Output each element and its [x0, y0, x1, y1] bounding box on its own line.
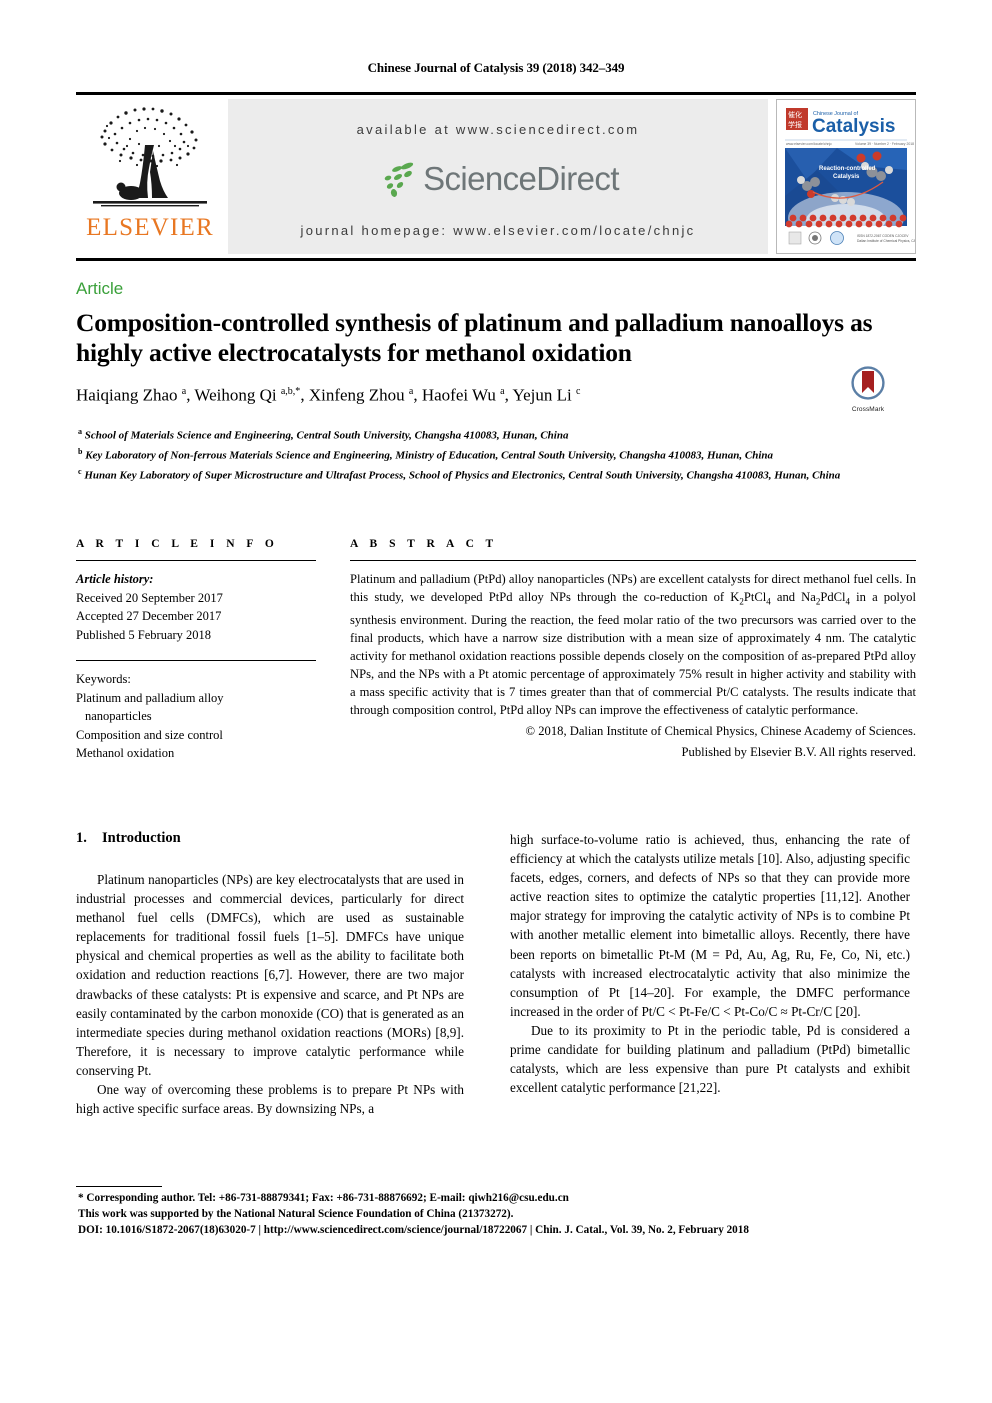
keyword-item: Methanol oxidation [76, 746, 175, 760]
affiliation-item: b Key Laboratory of Non-ferrous Material… [78, 444, 908, 464]
body-right-column: high surface-to-volume ratio is achieved… [510, 830, 910, 1097]
sciencedirect-logo: ScienceDirect [228, 159, 768, 199]
affiliation-text: Key Laboratory of Non-ferrous Materials … [82, 449, 774, 462]
sciencedirect-wordmark: ScienceDirect [423, 160, 619, 197]
journal-homepage-text: journal homepage: www.elsevier.com/locat… [300, 223, 696, 238]
author-name: Xinfeng Zhou [308, 385, 409, 405]
abstract-copyright-line-1: © 2018, Dalian Institute of Chemical Phy… [525, 724, 916, 739]
history-item: Accepted 27 December 2017 [76, 609, 222, 623]
paragraph: Due to its proximity to Pt in the period… [510, 1022, 910, 1096]
section-number: 1. [76, 830, 87, 846]
sciencedirect-band: available at www.sciencedirect.com Scien… [228, 99, 768, 254]
running-head: Chinese Journal of Catalysis 39 (2018) 3… [367, 60, 625, 75]
author-affiliation-mark: a [500, 386, 505, 397]
svg-text:学报: 学报 [788, 120, 802, 129]
section-heading-introduction: 1. Introduction [76, 830, 464, 847]
keyword-item-cont: nanoparticles [85, 709, 152, 723]
history-item: Received 20 September 2017 [76, 590, 223, 605]
abstract-copyright-line-2: Published by Elsevier B.V. All rights re… [681, 745, 916, 760]
author-list: Haiqiang Zhao a, Weihong Qi a,b,*, Xinfe… [76, 385, 581, 405]
affiliation-item: c Hunan Key Laboratory of Super Microstr… [78, 464, 908, 484]
paper-page: Chinese Journal of Catalysis 39 (2018) 3… [0, 0, 992, 1403]
keywords-block: Keywords: Platinum and palladium alloy n… [76, 670, 316, 763]
section-title: Introduction [102, 830, 181, 846]
article-history-label: Article history: [76, 572, 154, 586]
svg-text:ISSN 1872-2067 CODEN CJOCEV: ISSN 1872-2067 CODEN CJOCEV [857, 234, 909, 238]
funding-note: This work was supported by the National … [78, 1208, 514, 1221]
keyword-item: Composition and size control [76, 727, 223, 742]
keywords-rule [76, 660, 316, 661]
article-info-column: A R T I C L E I N F O Article history: R… [76, 538, 316, 763]
author-affiliation-mark: a [181, 386, 187, 397]
author-affiliation-mark: a [408, 386, 414, 397]
abstract-heading: A B S T R A C T [350, 538, 498, 550]
abstract-column: A B S T R A C T Platinum and palladium (… [350, 538, 916, 761]
author-name: Haiqiang Zhao [76, 385, 182, 405]
abstract-text: Platinum and palladium (PtPd) alloy nano… [350, 570, 916, 719]
svg-text:Catalysis: Catalysis [812, 116, 895, 137]
corresponding-author-note: * Corresponding author. Tel: +86-731-888… [78, 1192, 569, 1204]
keyword-item: Platinum and palladium alloy [76, 690, 224, 705]
svg-text:www.elsevier.com/locate/chnjc: www.elsevier.com/locate/chnjc [786, 142, 832, 146]
svg-text:Reaction-controlled: Reaction-controlled [819, 166, 876, 172]
footnote-block: * Corresponding author. Tel: +86-731-888… [78, 1190, 918, 1239]
footnote-rule [76, 1186, 162, 1187]
history-item: Published 5 February 2018 [76, 627, 212, 642]
crossmark-badge[interactable]: CrossMark [841, 366, 895, 413]
elsevier-logo: ELSEVIER [76, 99, 224, 254]
article-info-heading: A R T I C L E I N F O [76, 538, 279, 550]
page-title: Composition-controlled synthesis of plat… [76, 308, 873, 367]
doi-note[interactable]: DOI: 10.1016/S1872-2067(18)63020-7 | htt… [78, 1222, 918, 1238]
elsevier-tree-icon [93, 105, 207, 207]
article-type-label: Article [76, 279, 124, 298]
abstract-part-3: and Na [770, 590, 816, 605]
sciencedirect-leaf-icon [384, 162, 414, 197]
affiliation-list: a School of Materials Science and Engine… [78, 424, 908, 484]
svg-text:Dalian Institute of Chemical P: Dalian Institute of Chemical Physics, CA… [857, 239, 915, 243]
author-name: Yejun Li [512, 385, 576, 405]
paragraph: Platinum nanoparticles (NPs) are key ele… [76, 872, 464, 1078]
journal-masthead: ELSEVIER available at www.sciencedirect.… [76, 92, 916, 261]
journal-cover-thumbnail: 催化 学报 Chinese Journal of Catalysis www.e… [776, 99, 916, 254]
abstract-part-2: PtCl [743, 590, 767, 605]
crossmark-label: CrossMark [851, 406, 885, 413]
author-affiliation-mark: a,b,* [280, 386, 301, 397]
affiliation-item: a School of Materials Science and Engine… [78, 424, 908, 444]
affiliation-text: School of Materials Science and Engineer… [82, 429, 569, 442]
svg-text:Volume 39 · Number 2 · Februar: Volume 39 · Number 2 · February 2018 [855, 142, 914, 146]
article-info-rule [76, 560, 316, 561]
svg-text:催化: 催化 [788, 110, 802, 119]
keywords-label: Keywords: [76, 672, 131, 686]
paragraph: One way of overcoming these problems is … [76, 1082, 464, 1117]
crossmark-icon [851, 366, 885, 400]
journal-cover-image: 催化 学报 Chinese Journal of Catalysis www.e… [777, 100, 915, 253]
elsevier-wordmark: ELSEVIER [86, 214, 214, 241]
paragraph: high surface-to-volume ratio is achieved… [510, 832, 910, 1019]
abstract-part-5: in a polyol synthesis environment. Durin… [350, 590, 916, 718]
author-name: Weihong Qi [194, 385, 281, 405]
article-history: Article history: Received 20 September 2… [76, 570, 316, 644]
author-affiliation-mark: c [575, 386, 581, 397]
author-name: Haofei Wu [421, 385, 501, 405]
abstract-part-4: PdCl [820, 590, 846, 605]
available-at-text: available at www.sciencedirect.com [356, 122, 640, 137]
body-left-column: 1. Introduction Platinum nanoparticles (N… [76, 830, 464, 1118]
svg-text:Catalysis: Catalysis [833, 174, 860, 180]
affiliation-text: Hunan Key Laboratory of Super Microstruc… [81, 469, 841, 482]
abstract-rule [350, 560, 916, 561]
